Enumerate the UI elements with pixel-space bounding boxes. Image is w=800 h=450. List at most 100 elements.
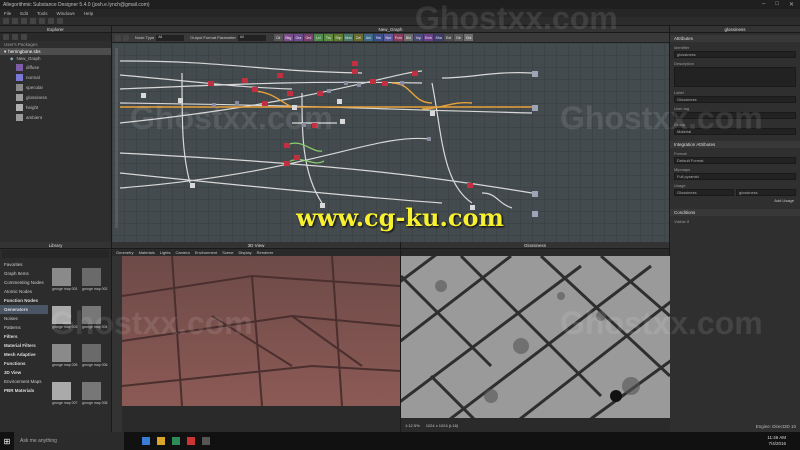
viewport-3d[interactable] <box>112 256 400 432</box>
output-item[interactable]: diffuse <box>0 62 111 72</box>
save-package-icon[interactable] <box>21 34 27 40</box>
add-usage-button[interactable]: Add Usage <box>670 198 800 203</box>
app-icon[interactable] <box>187 437 195 445</box>
redo-icon[interactable] <box>39 18 45 24</box>
library-thumbnail[interactable] <box>52 306 71 324</box>
mipmaps-select[interactable]: Full pyramid <box>674 173 796 180</box>
view3d-menu-item[interactable]: Renderer <box>257 250 274 255</box>
output-item[interactable]: glossiness <box>0 92 111 102</box>
library-item[interactable]: PBR Materials <box>0 386 48 395</box>
menu-item-tools[interactable]: Tools <box>37 11 48 16</box>
taskbar-search[interactable]: Ask me anything <box>14 432 124 450</box>
library-item[interactable]: Commenting Nodes <box>0 278 48 287</box>
graph-item[interactable]: ◆ New_Graph <box>0 55 111 62</box>
view3d-menu-item[interactable]: Materials <box>139 250 155 255</box>
filter-button[interactable]: Trs <box>323 34 333 41</box>
graph-settings-icon[interactable] <box>115 34 121 41</box>
filter-button[interactable]: Lvl <box>313 34 323 41</box>
library-item[interactable]: Generators <box>0 305 48 314</box>
library-item[interactable]: Graph Items <box>0 269 48 278</box>
view3d-menu-item[interactable]: Environment <box>195 250 217 255</box>
filter-button[interactable]: Bkg <box>283 34 293 41</box>
filter-button[interactable]: Emb <box>423 34 434 41</box>
library-item[interactable]: Favorites <box>0 260 48 269</box>
filter-button[interactable]: Fxm <box>393 34 403 41</box>
library-item[interactable]: Mesh Adaptive <box>0 350 48 359</box>
filter-button[interactable]: Shp <box>333 34 343 41</box>
library-item[interactable]: Noises <box>0 314 48 323</box>
save-icon[interactable] <box>21 18 27 24</box>
output-item[interactable]: ambient <box>0 112 111 122</box>
attributes-section[interactable]: Attributes <box>670 35 800 42</box>
output-select[interactable]: All <box>237 34 266 41</box>
explorer-icon[interactable] <box>157 437 165 445</box>
new-icon[interactable] <box>3 18 9 24</box>
view3d-menu-item[interactable]: Display <box>239 250 252 255</box>
label-field[interactable]: Glossiness <box>674 96 796 103</box>
library-thumbnail[interactable] <box>82 382 101 400</box>
open-package-icon[interactable] <box>12 34 18 40</box>
library-item[interactable]: Functions <box>0 359 48 368</box>
view3d-menu-item[interactable]: Scene <box>222 250 233 255</box>
settings-icon[interactable] <box>48 18 54 24</box>
new-package-icon[interactable] <box>3 34 9 40</box>
library-thumbnail[interactable] <box>52 382 71 400</box>
view3d-menu-item[interactable]: Lights <box>160 250 171 255</box>
filter-button[interactable]: Bld <box>403 34 413 41</box>
output-item[interactable]: height <box>0 102 111 112</box>
filter-button[interactable]: Dir <box>454 34 464 41</box>
identifier-field[interactable]: glossiness <box>674 51 796 58</box>
designer-icon[interactable] <box>202 437 210 445</box>
undo-icon[interactable] <box>30 18 36 24</box>
filter-button[interactable]: Cel <box>353 34 363 41</box>
start-icon[interactable]: ⊞ <box>0 432 14 450</box>
viewport-2d[interactable] <box>401 256 670 418</box>
filter-button[interactable]: Clr <box>273 34 283 41</box>
view3d-menu-item[interactable]: Geometry <box>116 250 134 255</box>
minimize-icon[interactable]: – <box>762 1 765 8</box>
graph-canvas[interactable] <box>112 43 669 242</box>
menu-item-edit[interactable]: Edit <box>20 11 28 16</box>
package-item[interactable]: ▾ herringbone.sbs <box>0 48 111 55</box>
library-item[interactable]: Atomic Nodes <box>0 287 48 296</box>
usage-channel-select[interactable]: glossiness <box>736 189 796 196</box>
filter-button[interactable]: Ext <box>444 34 454 41</box>
filter-button[interactable]: Sha <box>434 34 444 41</box>
usage-select[interactable]: Glossiness <box>674 189 734 196</box>
output-item[interactable]: specular <box>0 82 111 92</box>
library-thumbnail[interactable] <box>82 344 101 362</box>
user-tag-field[interactable] <box>674 112 796 119</box>
filter-button[interactable]: Inp <box>413 34 423 41</box>
filter-button[interactable]: Nrm <box>343 34 353 41</box>
library-item[interactable]: 3D View <box>0 368 48 377</box>
close-icon[interactable]: ✕ <box>789 1 794 8</box>
format-select[interactable]: Default Format <box>674 157 796 164</box>
explore-select[interactable]: All <box>156 34 185 41</box>
maximize-icon[interactable]: □ <box>775 1 779 8</box>
filter-button[interactable]: Grd <box>303 34 313 41</box>
store-icon[interactable] <box>172 437 180 445</box>
library-search[interactable] <box>2 250 109 258</box>
filter-button[interactable]: Hsl <box>373 34 383 41</box>
filter-button[interactable]: Uni <box>363 34 373 41</box>
library-item[interactable]: Function Nodes <box>0 296 48 305</box>
filter-button[interactable]: Out <box>464 34 474 41</box>
menu-item-file[interactable]: File <box>4 11 11 16</box>
library-thumbnail[interactable] <box>82 306 101 324</box>
library-item[interactable]: Patterns <box>0 323 48 332</box>
view3d-menu-item[interactable]: Camera <box>175 250 189 255</box>
library-item[interactable]: Material Filters <box>0 341 48 350</box>
group-field[interactable]: Material <box>674 128 796 135</box>
menu-item-help[interactable]: Help <box>84 11 93 16</box>
library-thumbnail[interactable] <box>52 268 71 286</box>
open-icon[interactable] <box>12 18 18 24</box>
description-field[interactable] <box>674 67 796 87</box>
integration-section[interactable]: Integration Attributes <box>670 141 800 148</box>
library-item[interactable]: Filters <box>0 332 48 341</box>
filter-button[interactable]: Nor <box>383 34 393 41</box>
layout-icon[interactable] <box>57 18 63 24</box>
library-item[interactable]: Environment Maps <box>0 377 48 386</box>
conditions-section[interactable]: Conditions <box>670 209 800 216</box>
menu-item-windows[interactable]: Windows <box>57 11 75 16</box>
output-item[interactable]: normal <box>0 72 111 82</box>
